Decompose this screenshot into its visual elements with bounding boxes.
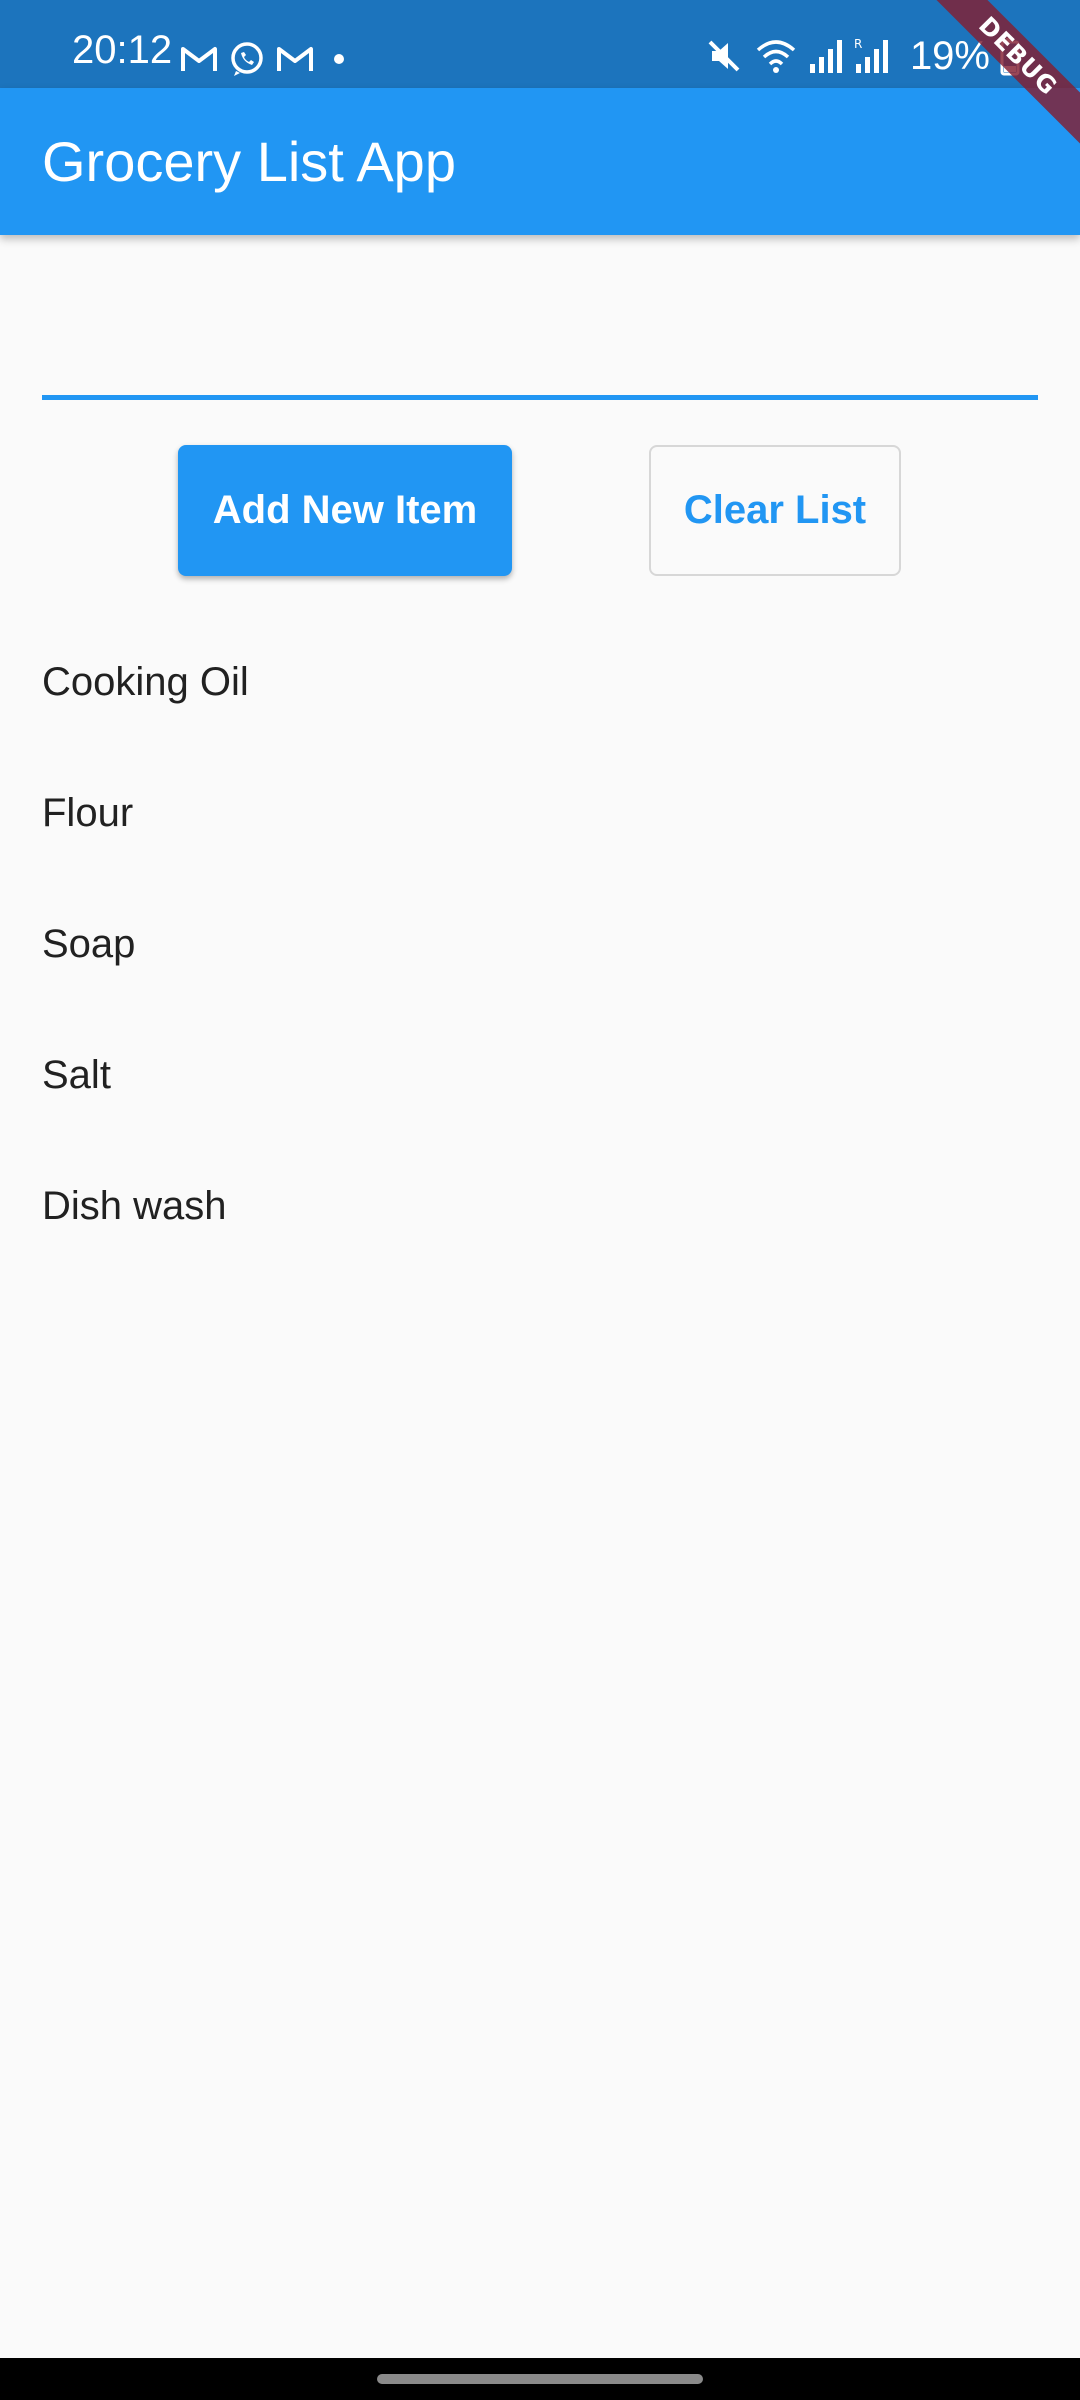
app-title: Grocery List App [42, 130, 456, 193]
mute-icon [708, 40, 740, 72]
screen: 20:12 R 19% DEBUG Grocery List App Add N… [0, 0, 1080, 2400]
dot-icon [334, 54, 344, 64]
list-item[interactable]: Cooking Oil [0, 617, 1080, 748]
whatsapp-icon [231, 42, 263, 76]
app-bar: Grocery List App [0, 88, 1080, 235]
notification-icons [180, 40, 354, 78]
svg-text:R: R [854, 37, 862, 51]
add-new-item-button[interactable]: Add New Item [178, 445, 512, 576]
signal-icon [809, 40, 842, 73]
item-input[interactable] [42, 300, 1038, 400]
gmail-icon [181, 47, 217, 71]
status-time: 20:12 [72, 28, 173, 72]
system-icons: R 19% [704, 36, 1020, 76]
battery-percent: 19% [909, 34, 990, 78]
roaming-signal-icon: R [854, 37, 888, 73]
gmail-icon [277, 47, 313, 71]
list-item[interactable]: Flour [0, 748, 1080, 879]
clear-list-button[interactable]: Clear List [649, 445, 901, 576]
home-gesture-handle[interactable] [377, 2374, 703, 2384]
list-item[interactable]: Soap [0, 879, 1080, 1010]
list-item[interactable]: Salt [0, 1010, 1080, 1141]
wifi-icon [756, 40, 796, 73]
list-item[interactable]: Dish wash [0, 1141, 1080, 1272]
navigation-bar [0, 2358, 1080, 2400]
battery-icon [1000, 38, 1020, 76]
grocery-list: Cooking Oil Flour Soap Salt Dish wash [0, 617, 1080, 1272]
status-bar: 20:12 R 19% [0, 0, 1080, 88]
